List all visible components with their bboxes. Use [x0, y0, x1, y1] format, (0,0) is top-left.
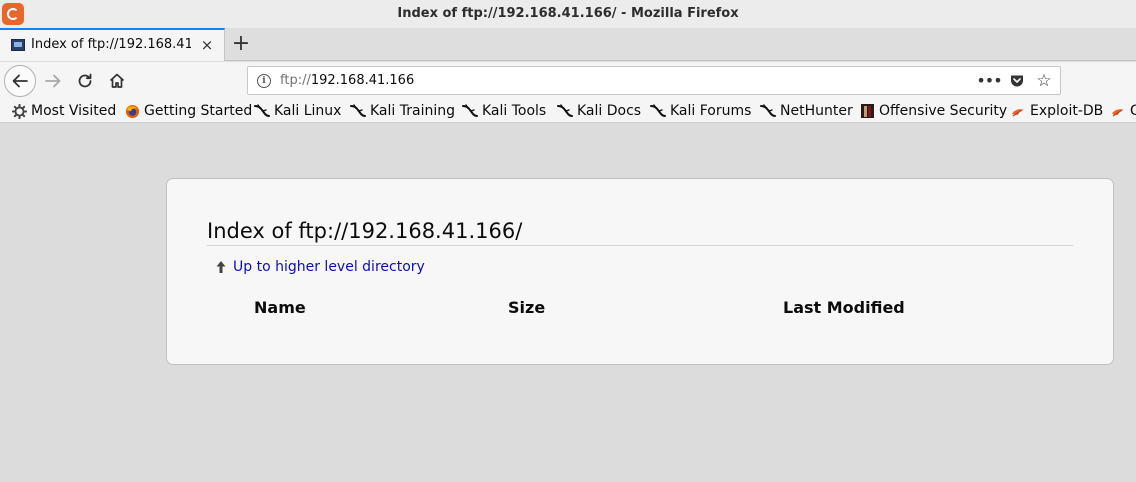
- bookmark-kali-training[interactable]: Kali Training: [350, 102, 455, 120]
- bookmark-label: G: [1130, 103, 1136, 119]
- bookmark-label: Kali Forums: [670, 103, 752, 119]
- page-content: Index of ftp://192.168.41.166/ Up to hig…: [0, 124, 1136, 482]
- new-tab-button[interactable]: +: [229, 31, 253, 57]
- firefox-icon: [124, 103, 140, 119]
- bookmarks-toolbar: Most Visited Getting Started Kali Linux …: [0, 100, 1136, 123]
- site-info-icon[interactable]: i: [257, 74, 271, 88]
- back-button[interactable]: [4, 65, 36, 97]
- tab-title: Index of ftp://192.168.41.166/: [31, 37, 191, 52]
- window-title: Index of ftp://192.168.41.166/ - Mozilla…: [397, 6, 739, 21]
- home-icon: [109, 73, 125, 88]
- pocket-icon[interactable]: [1007, 71, 1027, 91]
- close-tab-icon[interactable]: ×: [198, 36, 216, 54]
- kali-dragon-icon: [462, 103, 478, 119]
- bookmark-label: Exploit-DB: [1030, 103, 1104, 119]
- tab-strip: Index of ftp://192.168.41.166/ × +: [0, 28, 1136, 61]
- arrow-right-icon: [45, 74, 61, 88]
- bookmark-nethunter[interactable]: NetHunter: [760, 102, 853, 120]
- url-scheme: ftp://: [280, 73, 311, 88]
- bookmark-label: Kali Training: [370, 103, 455, 119]
- bookmark-getting-started[interactable]: Getting Started: [124, 102, 252, 120]
- bookmark-truncated[interactable]: G: [1110, 102, 1136, 120]
- window-titlebar: Index of ftp://192.168.41.166/ - Mozilla…: [0, 0, 1136, 28]
- home-button[interactable]: [102, 66, 132, 96]
- bookmark-label: Most Visited: [31, 103, 117, 119]
- url-host: 192.168.41.166: [310, 73, 415, 88]
- kali-dragon-icon: [760, 103, 776, 119]
- gear-icon: [11, 103, 27, 119]
- up-directory-label: Up to higher level directory: [233, 259, 425, 275]
- kali-dragon-icon: [650, 103, 666, 119]
- bookmark-star-icon[interactable]: ☆: [1034, 71, 1054, 91]
- bookmark-most-visited[interactable]: Most Visited: [11, 102, 116, 120]
- reload-icon: [78, 73, 92, 88]
- page-heading: Index of ftp://192.168.41.166/: [207, 219, 1073, 246]
- bookmark-label: Getting Started: [144, 103, 253, 119]
- bookmark-kali-docs[interactable]: Kali Docs: [557, 102, 641, 120]
- bookmark-exploit-db[interactable]: Exploit-DB: [1010, 102, 1103, 120]
- column-header-name[interactable]: Name: [254, 298, 306, 317]
- bookmark-label: NetHunter: [780, 103, 853, 119]
- bookmark-kali-tools[interactable]: Kali Tools: [462, 102, 546, 120]
- bookmark-label: Offensive Security: [879, 103, 1008, 119]
- url-bar[interactable]: i ftp://192.168.41.166 ••• ☆: [247, 66, 1061, 95]
- reload-button[interactable]: [70, 66, 100, 96]
- navigation-toolbar: i ftp://192.168.41.166 ••• ☆: [0, 62, 1136, 100]
- bookmark-label: Kali Tools: [482, 103, 547, 119]
- tab-active[interactable]: Index of ftp://192.168.41.166/ ×: [0, 28, 225, 61]
- column-header-last-modified[interactable]: Last Modified: [783, 298, 905, 317]
- url-text[interactable]: ftp://192.168.41.166: [280, 73, 414, 88]
- directory-listing-card: Index of ftp://192.168.41.166/ Up to hig…: [166, 178, 1114, 365]
- exploit-db-icon: [1110, 103, 1126, 119]
- monitor-icon: [11, 39, 25, 51]
- kali-dragon-icon: [557, 103, 573, 119]
- column-header-size[interactable]: Size: [508, 298, 545, 317]
- up-arrow-icon: [216, 261, 226, 273]
- exploit-db-icon: [1010, 103, 1026, 119]
- bookmark-label: Kali Docs: [577, 103, 642, 119]
- bookmark-kali-linux[interactable]: Kali Linux: [254, 102, 341, 120]
- forward-button[interactable]: [38, 66, 68, 96]
- bookmark-kali-forums[interactable]: Kali Forums: [650, 102, 751, 120]
- offsec-icon: [859, 103, 875, 119]
- page-actions-icon[interactable]: •••: [976, 71, 1002, 91]
- arrow-left-icon: [12, 74, 28, 88]
- bookmark-label: Kali Linux: [274, 103, 342, 119]
- up-directory-link[interactable]: Up to higher level directory: [215, 259, 425, 275]
- kali-dragon-icon: [350, 103, 366, 119]
- bookmark-offensive-security[interactable]: Offensive Security: [859, 102, 1007, 120]
- kali-dragon-icon: [254, 103, 270, 119]
